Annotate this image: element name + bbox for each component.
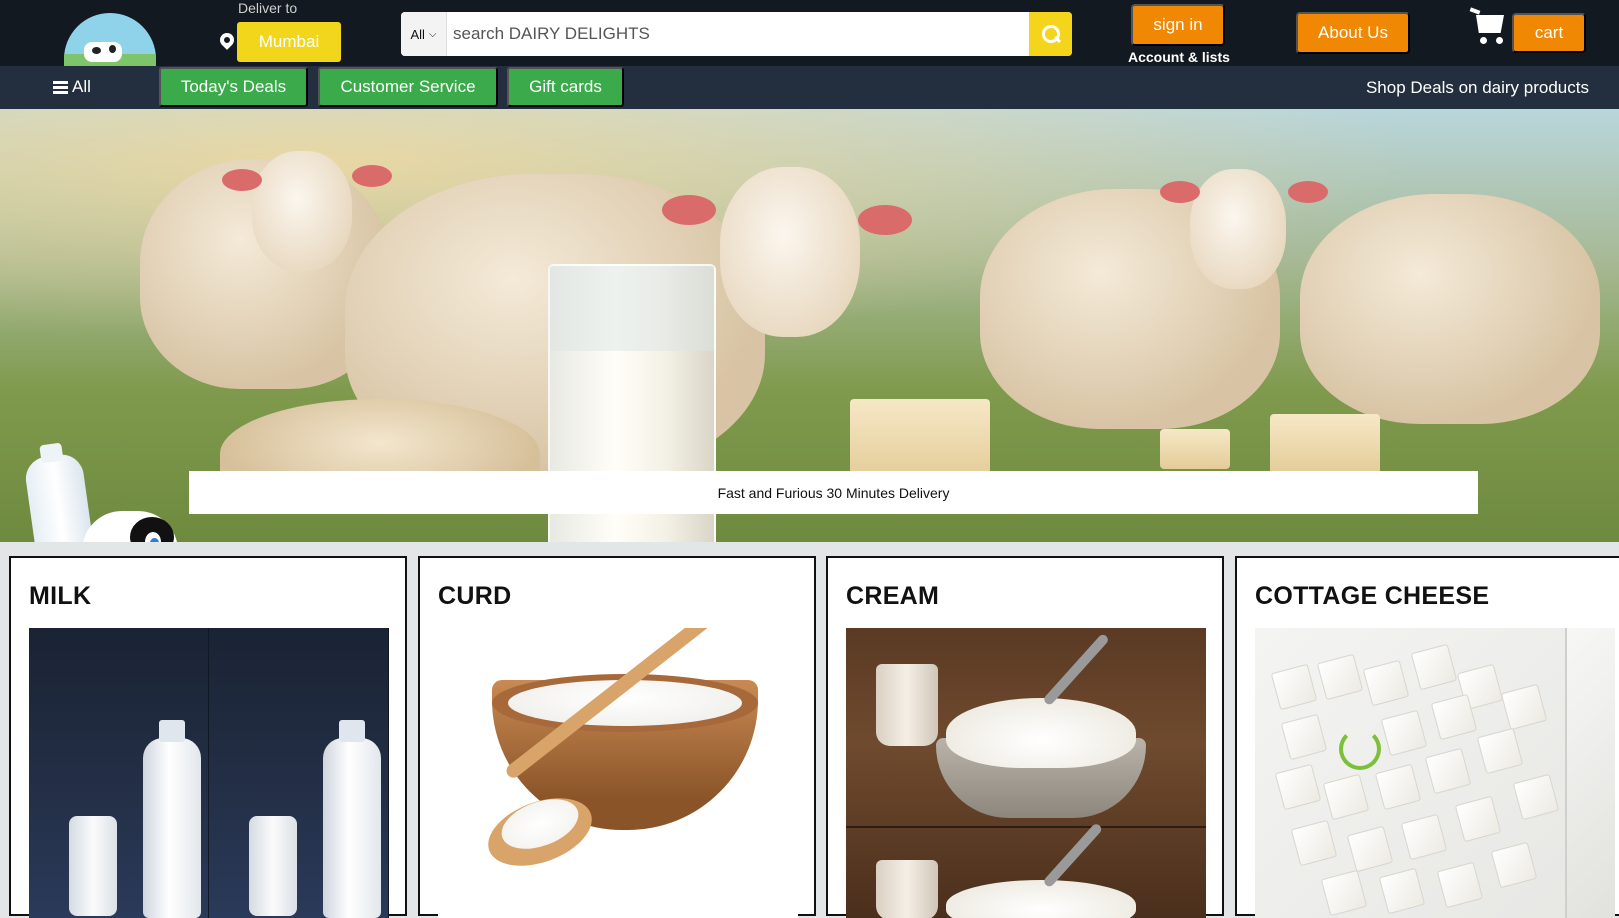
todays-deals-button[interactable]: Today's Deals — [159, 67, 308, 107]
gift-cards-button[interactable]: Gift cards — [507, 67, 624, 107]
search-icon — [1041, 25, 1060, 43]
product-title: MILK — [29, 582, 92, 610]
product-title: CREAM — [846, 582, 940, 610]
account-lists-link[interactable]: Account & lists — [1128, 49, 1230, 65]
product-title: COTTAGE CHEESE — [1255, 582, 1490, 610]
all-menu-button[interactable]: All — [53, 77, 91, 97]
cart-button[interactable]: cart — [1512, 13, 1586, 53]
delivery-banner-text: Fast and Furious 30 Minutes Delivery — [717, 484, 950, 501]
cart-icon[interactable] — [1469, 7, 1508, 45]
milk-image[interactable] — [29, 628, 389, 918]
all-menu-label: All — [72, 77, 91, 96]
sheep-image — [1300, 194, 1600, 424]
curd-image[interactable] — [438, 628, 798, 918]
search-button[interactable] — [1029, 12, 1072, 56]
logo[interactable] — [64, 13, 156, 66]
search-bar: All ⌵ — [401, 12, 1072, 56]
product-title: CURD — [438, 582, 512, 610]
deliver-to-label: Deliver to — [238, 0, 298, 16]
sub-navbar: All Today's Deals Customer Service Gift … — [0, 66, 1619, 109]
top-navbar: Deliver to Mumbai All ⌵ sign in Account … — [0, 0, 1619, 66]
search-category-select[interactable]: All ⌵ — [401, 12, 447, 56]
cow-mascot-image — [23, 451, 200, 542]
product-card-cottage-cheese[interactable]: COTTAGE CHEESE — [1235, 556, 1619, 918]
chevron-down-icon: ⌵ — [428, 28, 437, 40]
search-input[interactable] — [447, 12, 1029, 56]
product-card-curd[interactable]: CURD — [418, 556, 816, 918]
product-grid: MILK CURD CREAM COTTAGE CHEESE — [0, 556, 1619, 918]
cottage-cheese-image[interactable] — [1255, 628, 1615, 918]
delivery-banner: Fast and Furious 30 Minutes Delivery — [189, 471, 1478, 514]
location-button[interactable]: Mumbai — [237, 22, 341, 62]
logo-cow — [84, 42, 122, 62]
cream-image[interactable] — [846, 628, 1206, 918]
product-card-milk[interactable]: MILK — [9, 556, 407, 918]
search-category-value: All — [410, 26, 425, 42]
location-pin-icon — [217, 30, 237, 50]
promo-text[interactable]: Shop Deals on dairy products — [1366, 78, 1589, 98]
hamburger-icon — [53, 80, 68, 94]
about-us-button[interactable]: About Us — [1296, 12, 1410, 54]
sign-in-button[interactable]: sign in — [1131, 4, 1225, 46]
customer-service-button[interactable]: Customer Service — [318, 67, 498, 107]
product-card-cream[interactable]: CREAM — [826, 556, 1224, 918]
